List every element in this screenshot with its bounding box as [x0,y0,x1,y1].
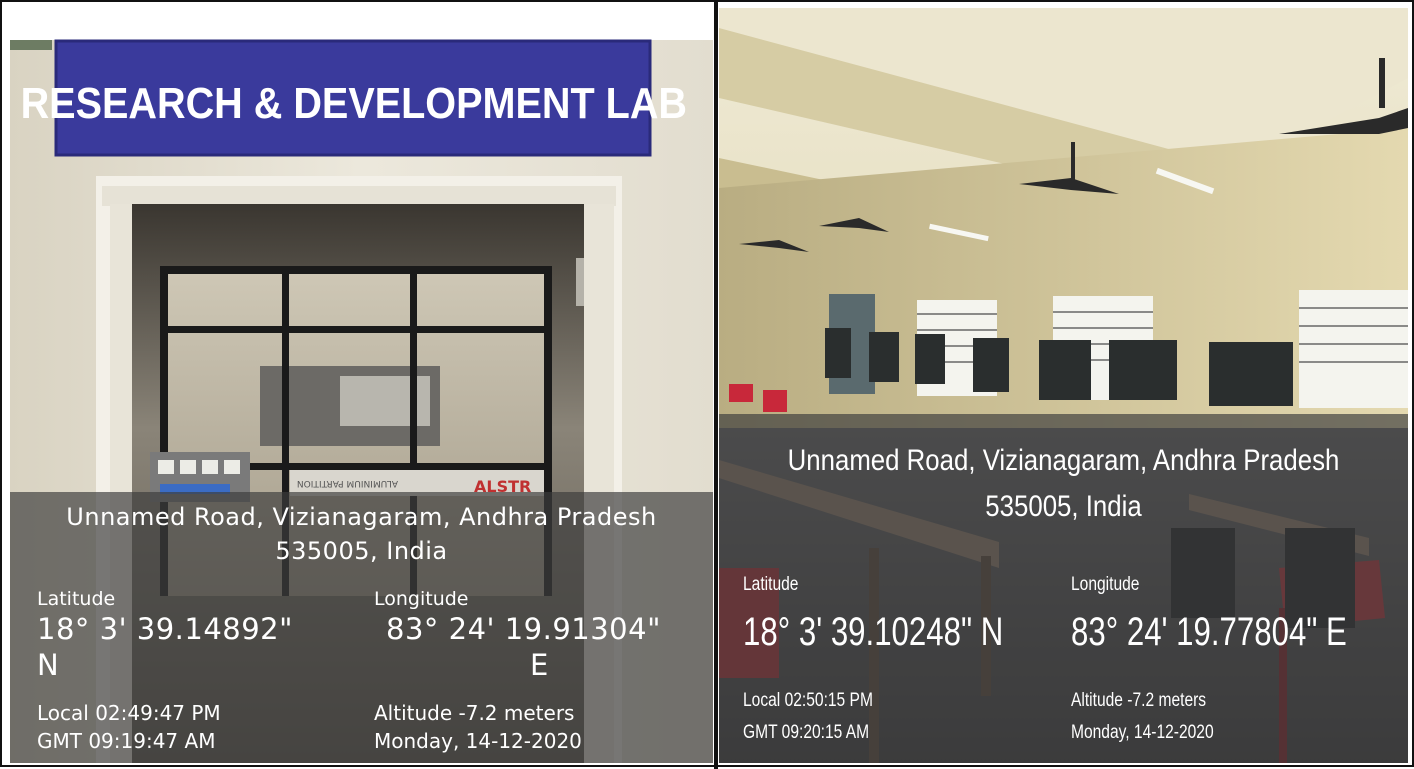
latitude-label: Latitude [37,588,116,610]
local-time: Local 02:49:47 PM [37,701,221,725]
address-text: Unnamed Road, Vizianagaram, Andhra Prade… [66,503,657,565]
altitude: Altitude -7.2 meters [1071,690,1207,711]
lab-sign-text: RESEARCH & DEVELOPMENT LAB [21,78,687,127]
partition-text: ALUMINIUM PARTITION [297,478,398,488]
local-time: Local 02:50:15 PM [743,690,873,711]
altitude: Altitude -7.2 meters [374,701,575,725]
latitude-value: 18° 3' 39.10248" N [743,610,1004,654]
gmt-time: GMT 09:20:15 AM [743,722,870,743]
longitude-hemisphere: E [530,648,549,682]
gps-overlay: Unnamed Road, Vizianagaram, Andhra Prade… [719,414,1408,763]
longitude-value: 83° 24' 19.77804" E [1071,610,1347,654]
date: Monday, 14-12-2020 [1071,722,1214,743]
panel-divider [714,2,718,769]
latitude-value: 18° 3' 39.14892" [37,612,293,646]
date: Monday, 14-12-2020 [374,729,582,753]
photo-collage: ALUMINIUM PARTITION ALSTR RESEARCH & DEV… [0,0,1414,769]
gmt-time: GMT 09:19:47 AM [37,729,216,753]
latitude-label: Latitude [743,574,799,595]
address-line-2: 535005, India [985,490,1142,523]
longitude-label: Longitude [1071,574,1140,595]
photo-lab-entrance: ALUMINIUM PARTITION ALSTR RESEARCH & DEV… [10,8,713,763]
longitude-label: Longitude [374,588,469,610]
address-line-1: Unnamed Road, Vizianagaram, Andhra Prade… [787,444,1340,477]
latitude-hemisphere: N [37,648,60,682]
longitude-value: 83° 24' 19.91304" [386,612,661,646]
photo-lab-interior: Unnamed Road, Vizianagaram, Andhra Prade… [719,8,1408,763]
gps-overlay: Unnamed Road, Vizianagaram, Andhra Prade… [10,492,713,763]
